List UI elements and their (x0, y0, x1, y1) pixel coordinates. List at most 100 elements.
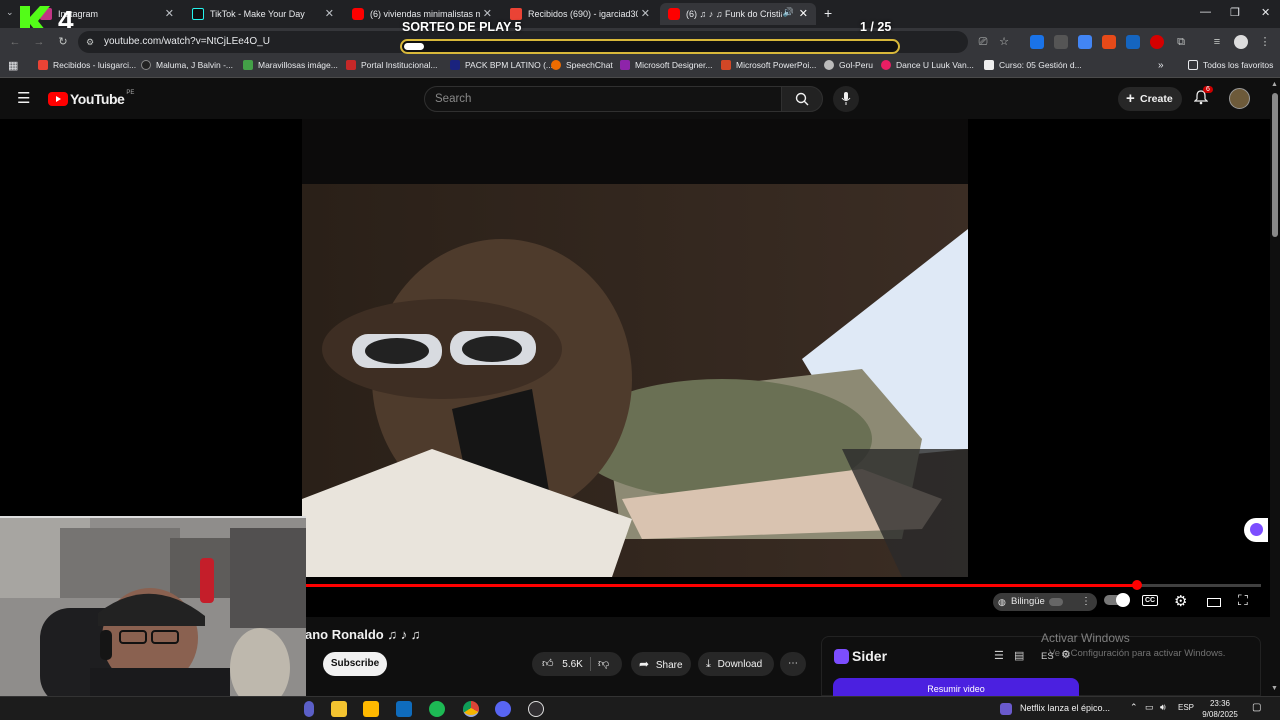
tab-gmail[interactable]: Recibidos (690) - igarciad30@g ✕ (502, 3, 658, 25)
tab-youtube-funk[interactable]: (6) ♫ ♪ ♫ Funk do Cristiano 🔊 ✕ (660, 3, 816, 25)
autoplay-toggle[interactable] (1104, 593, 1130, 608)
close-icon[interactable]: ✕ (641, 7, 650, 20)
apps-grid-icon[interactable]: ▦ (8, 59, 18, 72)
all-bookmarks-folder[interactable]: Todos los favoritos (1188, 60, 1273, 70)
close-icon[interactable]: ✕ (483, 7, 492, 20)
bookmark-item[interactable]: Maravillosas imáge... (243, 60, 338, 70)
bookmark-item[interactable]: Portal Institucional... (346, 60, 438, 70)
search-input[interactable]: Search (424, 86, 782, 112)
globe-icon (824, 60, 834, 70)
chevron-right-icon[interactable]: » (1158, 60, 1164, 71)
bookmark-item[interactable]: Recibidos - luisgarci... (38, 60, 136, 70)
extensions-puzzle-icon[interactable]: ⧉ (1174, 35, 1188, 49)
scrollbar-thumb[interactable] (1272, 93, 1278, 237)
news-widget[interactable]: Netflix lanza el épico... (1020, 703, 1110, 713)
notifications-button[interactable]: 6 (1193, 86, 1213, 110)
notification-center-icon[interactable]: ▢ (1252, 702, 1261, 713)
account-avatar[interactable] (1229, 88, 1250, 109)
scroll-down-icon[interactable]: ▼ (1271, 685, 1278, 692)
translate-extension-icon[interactable] (1078, 35, 1092, 49)
close-icon[interactable]: ✕ (165, 7, 174, 20)
search-button[interactable] (781, 86, 823, 112)
outlook-icon[interactable] (396, 701, 412, 717)
bookmark-item[interactable]: Dance U Luuk Van... (881, 60, 974, 70)
hamburger-menu-icon[interactable]: ☰ (17, 89, 30, 107)
chevron-up-icon[interactable]: ⌃ (1130, 702, 1138, 713)
subscribe-button[interactable]: Subscribe (323, 652, 387, 676)
microphone-icon (841, 92, 851, 105)
chrome-menu-icon[interactable]: ⋮ (1258, 35, 1272, 49)
discord-icon[interactable] (495, 701, 511, 717)
bookmark-item[interactable]: Microsoft Designer... (620, 60, 712, 70)
file-explorer-icon[interactable] (331, 701, 347, 717)
bookmark-item[interactable]: Microsoft PowerPoi... (721, 60, 816, 70)
powerpoint-icon (721, 60, 731, 70)
bookmark-item[interactable]: PACK BPM LATINO (... (450, 60, 553, 70)
reading-list-icon[interactable]: ≡ (1210, 35, 1224, 49)
system-clock[interactable]: 23:36 9/08/2025 (1200, 698, 1240, 720)
forward-icon[interactable]: → (32, 35, 46, 49)
news-widget-icon[interactable] (1000, 703, 1012, 715)
subtitles-icon[interactable]: ▤ (1014, 649, 1024, 662)
toggle-switch[interactable] (1049, 598, 1063, 606)
theater-mode-icon[interactable] (1207, 598, 1221, 607)
page-scrollbar[interactable]: ▲ ▼ (1270, 79, 1280, 696)
thumbs-down-icon[interactable]: 👎︎ (598, 652, 609, 676)
sider-title: Sider (852, 648, 888, 664)
volume-icon[interactable]: 🔊︎ (1160, 702, 1166, 713)
chrome-icon[interactable] (463, 701, 479, 717)
create-label: Create (1140, 93, 1173, 105)
scroll-up-icon[interactable]: ▲ (1271, 81, 1278, 88)
webcam-overlay (0, 516, 306, 704)
extension-icon[interactable] (1150, 35, 1164, 49)
install-app-icon[interactable]: ⎚ (976, 35, 990, 49)
tab-tiktok[interactable]: TikTok - Make Your Day ✕ (184, 3, 342, 25)
microsoft-store-icon[interactable] (363, 701, 379, 717)
extension-icon[interactable] (1054, 35, 1068, 49)
create-button[interactable]: + Create (1118, 87, 1182, 111)
bookmark-star-icon[interactable]: ☆ (997, 35, 1011, 49)
more-actions-button[interactable]: ⋯ (780, 652, 806, 676)
fullscreen-icon[interactable]: ⛶ (1238, 592, 1248, 609)
video-progress-bar[interactable] (305, 580, 1261, 590)
sider-floating-button[interactable] (1244, 518, 1268, 542)
spotify-icon[interactable] (429, 701, 445, 717)
extension-icon[interactable] (1102, 35, 1116, 49)
reload-icon[interactable]: ↻ (56, 35, 70, 49)
restore-icon[interactable]: ❐ (1230, 6, 1240, 19)
subtitles-cc-icon[interactable]: CC (1142, 595, 1159, 606)
new-tab-icon[interactable]: + (824, 5, 832, 21)
bookmark-item[interactable]: Curso: 05 Gestión d... (984, 60, 1082, 70)
summarize-video-button[interactable]: Resumir video (833, 678, 1079, 698)
list-icon[interactable]: ☰ (994, 649, 1004, 662)
input-language[interactable]: ESP (1178, 703, 1194, 712)
video-frame[interactable] (302, 119, 968, 577)
more-vert-icon[interactable]: ⋮ (1081, 593, 1091, 611)
bookmark-item[interactable]: Maluma, J Balvin -... (141, 60, 233, 70)
share-button[interactable]: ➦ Share (631, 652, 691, 676)
close-icon[interactable]: ✕ (799, 7, 808, 20)
settings-gear-icon[interactable]: ⚙ (1174, 592, 1187, 610)
download-button[interactable]: ⤓ Download (698, 652, 774, 676)
obs-icon[interactable] (528, 701, 544, 717)
youtube-logo-text: YouTube (70, 91, 125, 107)
bilingual-subtitles-toggle[interactable]: ◍ Bilingüe ⋮ (993, 593, 1097, 611)
close-window-icon[interactable]: ✕ (1261, 6, 1270, 19)
extension-icon[interactable] (1030, 35, 1044, 49)
site-info-icon[interactable]: ⚙ (86, 31, 94, 53)
bookmark-item[interactable]: Gol-Peru (824, 60, 873, 70)
voice-search-button[interactable] (833, 86, 859, 112)
extension-icon[interactable] (1126, 35, 1140, 49)
tab-search-icon[interactable]: ⌄ (6, 7, 14, 18)
network-icon[interactable]: ▭ (1145, 702, 1154, 713)
close-icon[interactable]: ✕ (325, 7, 334, 20)
teams-icon[interactable] (304, 701, 314, 717)
bookmark-item[interactable]: SpeechChat (551, 60, 613, 70)
back-icon[interactable]: ← (8, 35, 22, 49)
like-button[interactable]: 👍︎ 5.6K 👎︎ (532, 652, 622, 676)
minimize-icon[interactable]: — (1200, 6, 1211, 18)
profile-avatar-icon[interactable] (1234, 35, 1248, 49)
video-scrubber-handle[interactable] (1131, 580, 1142, 590)
speaker-icon[interactable]: 🔊 (783, 7, 794, 18)
youtube-logo[interactable]: YouTube PE (48, 90, 134, 107)
